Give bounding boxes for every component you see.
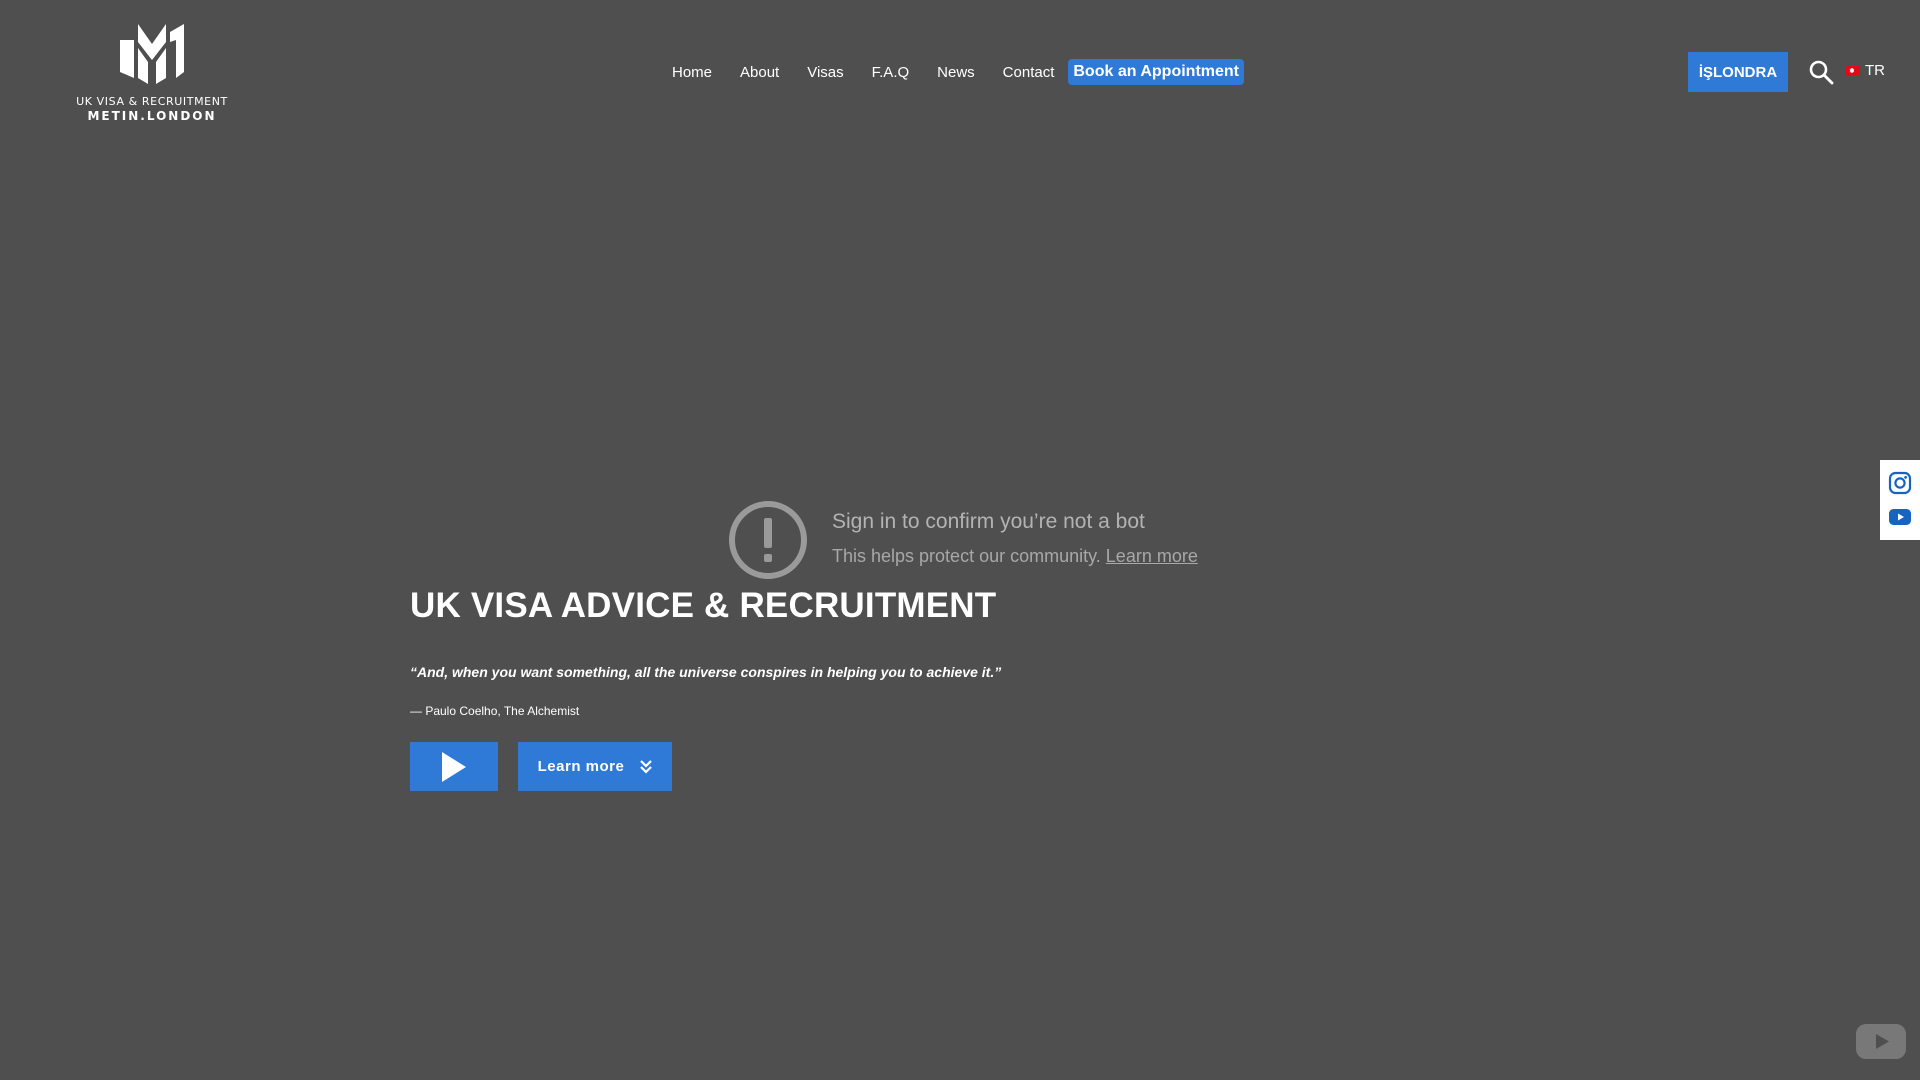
bot-notice-subtitle: This helps protect our community. Learn … (832, 546, 1198, 567)
logo-tagline: UK VISA & RECRUITMENT (76, 95, 228, 108)
hero-title: UK VISA ADVICE & RECRUITMENT (410, 586, 997, 625)
nav-news[interactable]: News (937, 64, 975, 81)
bot-check-notice: Sign in to confirm you’re not a bot This… (728, 500, 1198, 580)
nav-faq[interactable]: F.A.Q (872, 64, 910, 81)
learn-more-button[interactable]: Learn more (518, 742, 672, 791)
bot-notice-subtitle-text: This helps protect our community. (832, 546, 1101, 566)
language-switcher[interactable]: TR (1846, 62, 1885, 79)
bot-notice-title: Sign in to confirm you’re not a bot (832, 510, 1145, 533)
instagram-icon[interactable] (1888, 471, 1912, 495)
learn-more-label: Learn more (537, 758, 625, 775)
hero-quote: “And, when you want something, all the u… (410, 664, 1002, 680)
logo-wordmark: METIN.LONDON (87, 109, 217, 123)
bot-notice-learn-more-link[interactable]: Learn more (1106, 546, 1198, 566)
youtube-watermark-icon[interactable] (1856, 1024, 1906, 1059)
nav-home[interactable]: Home (672, 64, 712, 81)
main-navigation: Home About Visas F.A.Q News Contact Book… (672, 58, 1244, 86)
language-code: TR (1865, 62, 1885, 79)
double-chevron-down-icon (640, 759, 653, 774)
nav-visas[interactable]: Visas (807, 64, 843, 81)
turkey-flag-icon (1846, 65, 1860, 76)
alert-icon (729, 501, 807, 579)
youtube-icon[interactable] (1888, 505, 1912, 529)
social-sidebar (1880, 460, 1920, 540)
play-video-button[interactable] (410, 742, 498, 791)
site-logo[interactable]: UK VISA & RECRUITMENT METIN.LONDON (72, 14, 232, 123)
nav-about[interactable]: About (740, 64, 779, 81)
hero-quote-author: — Paulo Coelho, The Alchemist (410, 704, 580, 718)
book-appointment-button[interactable]: Book an Appointment (1068, 59, 1244, 85)
islondra-button[interactable]: İŞLONDRA (1688, 52, 1788, 92)
play-icon (442, 751, 466, 782)
nav-contact[interactable]: Contact (1003, 64, 1055, 81)
search-icon[interactable] (1808, 59, 1834, 85)
logo-mark-icon (120, 24, 184, 84)
bot-notice-text: Sign in to confirm you’re not a bot This… (832, 500, 1198, 580)
